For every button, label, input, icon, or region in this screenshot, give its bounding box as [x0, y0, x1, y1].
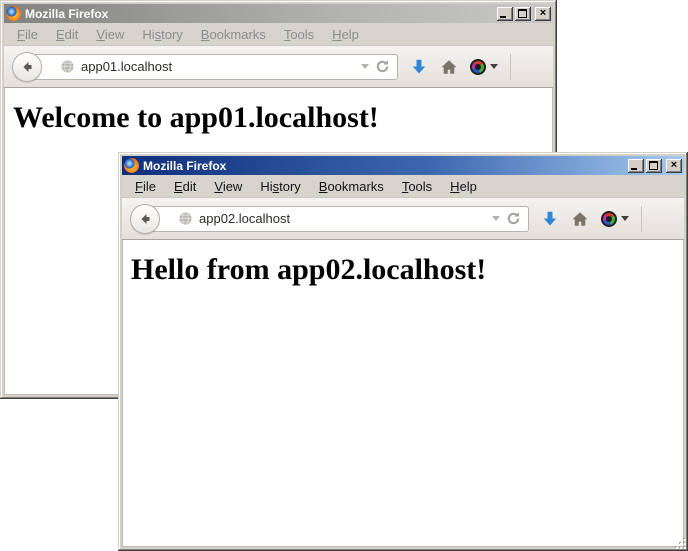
url-bar[interactable]: app02.localhost — [150, 206, 529, 232]
download-icon — [410, 58, 428, 76]
navigation-toolbar: app01.localhost — [4, 46, 553, 88]
window-controls: × — [497, 7, 551, 21]
menu-item-history[interactable]: History — [251, 177, 309, 196]
addon-button[interactable] — [470, 59, 498, 75]
toolbar-separator — [641, 206, 642, 232]
globe-icon[interactable] — [178, 211, 193, 226]
download-button[interactable] — [541, 210, 559, 228]
close-button[interactable]: × — [666, 159, 682, 173]
minimize-button[interactable] — [628, 159, 644, 173]
menu-bar: File Edit View History Bookmarks Tools H… — [4, 23, 553, 46]
urlbar-dropdown-icon[interactable] — [492, 216, 500, 221]
urlbar-dropdown-icon[interactable] — [361, 64, 369, 69]
globe-icon[interactable] — [60, 59, 75, 74]
titlebar[interactable]: Mozilla Firefox × — [4, 4, 553, 23]
menu-item-help[interactable]: Help — [441, 177, 486, 196]
back-arrow-icon — [19, 59, 35, 75]
reload-icon[interactable] — [375, 59, 390, 74]
addon-button[interactable] — [601, 211, 629, 227]
menu-item-help[interactable]: Help — [323, 25, 368, 44]
minimize-button[interactable] — [497, 7, 513, 21]
back-button[interactable] — [12, 52, 42, 82]
download-icon — [541, 210, 559, 228]
home-button[interactable] — [571, 210, 589, 228]
toolbar-separator — [510, 54, 511, 80]
maximize-button[interactable] — [646, 159, 662, 173]
menu-item-edit[interactable]: Edit — [47, 25, 87, 44]
titlebar[interactable]: Mozilla Firefox × — [122, 156, 684, 175]
menu-bar: File Edit View History Bookmarks Tools H… — [122, 175, 684, 198]
menu-item-bookmarks[interactable]: Bookmarks — [192, 25, 275, 44]
navigation-toolbar: app02.localhost — [122, 198, 684, 240]
addon-caret-icon — [490, 64, 498, 69]
menu-item-file[interactable]: File — [8, 25, 47, 44]
download-button[interactable] — [410, 58, 428, 76]
menu-item-view[interactable]: View — [87, 25, 133, 44]
back-button[interactable] — [130, 204, 160, 234]
menu-item-bookmarks[interactable]: Bookmarks — [310, 177, 393, 196]
browser-window-app02: Mozilla Firefox × File Edit View History… — [118, 152, 688, 551]
firefox-icon — [6, 6, 21, 21]
url-text[interactable]: app01.localhost — [81, 59, 355, 74]
menu-item-tools[interactable]: Tools — [275, 25, 323, 44]
addon-caret-icon — [621, 216, 629, 221]
window-title: Mozilla Firefox — [25, 7, 493, 21]
close-icon: × — [540, 8, 546, 19]
window-title: Mozilla Firefox — [143, 159, 624, 173]
color-wheel-icon — [601, 211, 617, 227]
menu-item-file[interactable]: File — [126, 177, 165, 196]
maximize-icon — [649, 161, 658, 170]
home-icon — [571, 210, 589, 228]
menu-item-tools[interactable]: Tools — [393, 177, 441, 196]
page-heading: Hello from app02.localhost! — [131, 253, 675, 287]
maximize-icon — [518, 9, 527, 18]
firefox-icon — [124, 158, 139, 173]
menu-item-view[interactable]: View — [205, 177, 251, 196]
menu-item-edit[interactable]: Edit — [165, 177, 205, 196]
open-menu-button[interactable] — [654, 212, 672, 225]
menu-item-history[interactable]: History — [133, 25, 191, 44]
close-button[interactable]: × — [535, 7, 551, 21]
home-icon — [440, 58, 458, 76]
open-menu-button[interactable] — [523, 60, 541, 73]
home-button[interactable] — [440, 58, 458, 76]
back-arrow-icon — [137, 211, 153, 227]
color-wheel-icon — [470, 59, 486, 75]
url-text[interactable]: app02.localhost — [199, 211, 486, 226]
minimize-icon — [631, 168, 637, 170]
maximize-button[interactable] — [515, 7, 531, 21]
close-icon: × — [671, 160, 677, 171]
reload-icon[interactable] — [506, 211, 521, 226]
url-bar[interactable]: app01.localhost — [32, 54, 398, 80]
minimize-icon — [500, 16, 506, 18]
page-content: Hello from app02.localhost! — [122, 240, 684, 547]
resize-grip[interactable] — [674, 537, 688, 551]
page-heading: Welcome to app01.localhost! — [13, 101, 544, 135]
window-controls: × — [628, 159, 682, 173]
